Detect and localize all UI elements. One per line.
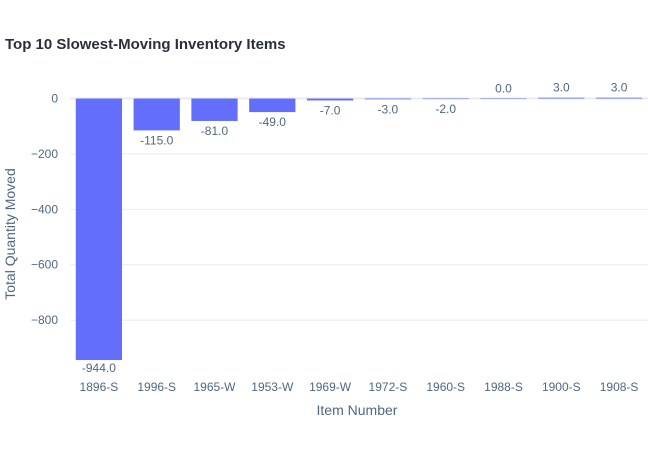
bar[interactable] <box>75 98 123 361</box>
data-label: 3.0 <box>553 81 570 95</box>
bar[interactable] <box>422 98 469 100</box>
x-tick-label: 1969-W <box>309 380 352 394</box>
chart-container: Top 10 Slowest-Moving Inventory Items -9… <box>0 0 648 450</box>
bar[interactable] <box>133 98 180 131</box>
data-label: -49.0 <box>259 115 287 129</box>
y-axis-title: Total Quantity Moved <box>2 168 18 300</box>
data-label: 3.0 <box>611 81 628 95</box>
bar[interactable] <box>191 98 238 121</box>
x-axis-title: Item Number <box>317 402 398 418</box>
x-tick-label: 1965-W <box>193 380 236 394</box>
bar[interactable] <box>364 98 412 100</box>
bar[interactable] <box>249 98 296 113</box>
data-label: -3.0 <box>378 102 399 116</box>
y-tick-label: 0 <box>51 92 58 106</box>
y-tick-label: −800 <box>31 313 58 327</box>
bar[interactable] <box>538 97 585 99</box>
bar[interactable] <box>480 98 527 100</box>
bar[interactable] <box>306 98 354 101</box>
data-label: -115.0 <box>140 133 173 147</box>
bar[interactable] <box>595 97 643 99</box>
x-tick-label: 1953-W <box>251 380 294 394</box>
y-tick-label: −400 <box>31 202 58 216</box>
x-tick-label: 1972-S <box>369 380 408 394</box>
y-axis-ticks: 0 −200 −400 −600 −800 <box>31 92 58 328</box>
data-label: -944.0 <box>82 361 116 375</box>
y-tick-label: −600 <box>31 258 58 272</box>
y-tick-label: −200 <box>31 147 58 161</box>
data-label: -7.0 <box>320 103 341 117</box>
data-label: 0.0 <box>495 82 512 96</box>
x-tick-label: 1960-S <box>426 380 465 394</box>
data-label: -2.0 <box>435 102 456 116</box>
x-tick-label: 1908-S <box>600 380 639 394</box>
x-tick-label: 1896-S <box>80 380 119 394</box>
data-label: -81.0 <box>201 124 229 138</box>
gridlines <box>70 97 648 321</box>
x-tick-label: 1900-S <box>542 380 581 394</box>
x-axis-ticks: 1896-S 1996-S 1965-W 1953-W 1969-W 1972-S 1960… <box>80 380 639 394</box>
x-tick-label: 1988-S <box>484 380 523 394</box>
bar-chart: -944.0 -115.0 -81.0 -49.0 -7.0 -3.0 -2.0 0.0 3.0… <box>2 81 648 418</box>
x-tick-label: 1996-S <box>137 380 176 394</box>
